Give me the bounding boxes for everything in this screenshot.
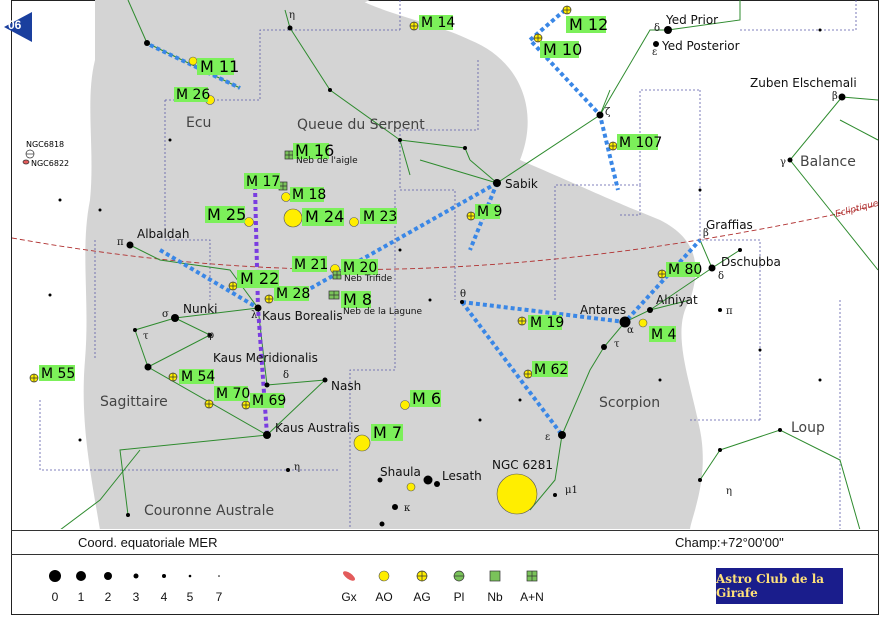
svg-text:γ: γ [780,157,786,168]
m107-label[interactable]: M 107 [619,135,662,151]
star-yed-posterior: Yed Posterior [661,39,740,53]
neb-eagle: Neb de l'aigle [296,156,358,166]
svg-text:θ: θ [460,289,466,300]
neb-trifid: Neb Trifide [344,274,393,284]
star-kaus-australis: Kaus Australis [275,421,360,435]
svg-text:ε: ε [545,432,550,443]
svg-text:τ: τ [143,331,149,342]
m69-label[interactable]: M 69 [252,393,286,409]
con-couronne: Couronne Australe [144,503,274,519]
svg-text:η: η [726,486,732,497]
ngc6281-label: NGC 6281 [492,458,553,472]
m80-label[interactable]: M 80 [668,262,702,278]
legend-ao: AO [375,590,393,604]
star-antares: Antares [580,303,626,317]
m24-label[interactable]: M 24 [305,207,344,226]
m62-label[interactable]: M 62 [534,362,568,378]
svg-text:τ: τ [614,339,620,350]
legend-an: A+N [520,590,544,604]
star-nash: Nash [331,379,361,393]
svg-text:η: η [294,462,300,473]
ngc6822-label: NGC6822 [31,159,69,168]
legend-divider [11,554,879,555]
footer-divider [11,530,879,531]
svg-text:π: π [726,306,733,317]
star-lesath: Lesath [442,469,482,483]
club-logo-text: Astro Club de la Girafe [716,572,825,600]
svg-text:β: β [832,91,838,102]
m18-label[interactable]: M 18 [292,187,326,203]
con-balance: Balance [800,154,856,170]
svg-text:η: η [289,10,295,21]
svg-text:ζ: ζ [605,107,611,118]
svg-text:λ: λ [251,310,258,321]
svg-text:δ: δ [654,23,660,34]
legend-mag-1: 1 [77,590,85,604]
star-sabik: Sabik [505,177,538,191]
legend-ag: AG [413,590,431,604]
m10-label[interactable]: M 10 [543,40,582,59]
star-kaus-meridionalis: Kaus Meridionalis [213,351,318,365]
m22-label[interactable]: M 22 [240,269,279,288]
m6-label[interactable]: M 6 [412,389,441,408]
legend-mag-5: 5 [186,590,194,604]
ecliptic-label: Ecliptique [834,199,880,220]
m70-label[interactable]: M 70 [216,386,250,402]
field-label: Champ:+72°00'00" [675,535,784,550]
m4-label[interactable]: M 4 [651,327,677,343]
legend-mag-3: 3 [132,590,140,604]
con-loup: Loup [791,420,825,436]
m17-label[interactable]: M 17 [246,174,280,190]
svg-text:μ1: μ1 [565,485,578,496]
legend-mag-7: 7 [215,590,223,604]
m11-label[interactable]: M 11 [200,57,239,76]
star-shaula: Shaula [380,465,421,479]
svg-text:δ: δ [283,370,289,381]
m23-label[interactable]: M 23 [363,209,397,225]
svg-text:δ: δ [718,271,724,282]
legend-nb: Nb [487,590,503,604]
legend-mag-2: 2 [104,590,112,604]
m25-label[interactable]: M 25 [207,205,246,224]
milky-way [83,0,703,529]
m21-label[interactable]: M 21 [294,257,328,273]
m55-label[interactable]: M 55 [41,366,75,382]
m7-label[interactable]: M 7 [373,423,402,442]
legend-pl: Pl [453,590,465,604]
star-zuben: Zuben Elschemali [750,76,857,90]
con-sagittaire: Sagittaire [100,394,168,410]
club-logo: Astro Club de la Girafe [716,568,843,604]
legend-gx: Gx [341,590,357,604]
star-alniyat: Alniyat [656,293,698,307]
svg-text:π: π [117,237,124,248]
con-serpent: Queue du Serpent [297,117,425,133]
m26-label[interactable]: M 26 [176,87,210,103]
star-nunki: Nunki [183,302,217,316]
page-badge-number[interactable]: 06 [8,18,21,32]
star-graffias: Graffias [706,218,753,232]
svg-text:α: α [627,325,634,336]
star-dschubba: Dschubba [721,255,781,269]
svg-text:β: β [703,228,709,239]
star-kaus-borealis: Kaus Borealis [262,309,343,323]
con-ecu: Ecu [186,115,211,131]
m9-label[interactable]: M 9 [477,204,502,220]
legend-symbols [49,570,538,582]
star-albaldah: Albaldah [137,227,189,241]
m12-label[interactable]: M 12 [569,15,608,34]
con-scorpion: Scorpion [599,395,660,411]
neb-lagoon: Neb de la Lagune [343,307,422,317]
svg-text:ε: ε [652,47,657,58]
svg-text:κ: κ [404,503,411,514]
m19-label[interactable]: M 19 [530,315,564,331]
svg-text:σ: σ [162,309,169,320]
m14-label[interactable]: M 14 [421,15,455,31]
ngc6818-label: NGC6818 [26,140,64,149]
star-map[interactable]: Ecliptique M 14 M 12 M 10 M 11 M 26 M 16… [0,0,891,530]
star-yed-prior: Yed Prior [665,13,718,27]
m28-label[interactable]: M 28 [276,286,310,302]
svg-text:φ: φ [207,330,214,341]
coord-label: Coord. equatoriale MER [78,535,218,550]
m54-label[interactable]: M 54 [181,369,215,385]
